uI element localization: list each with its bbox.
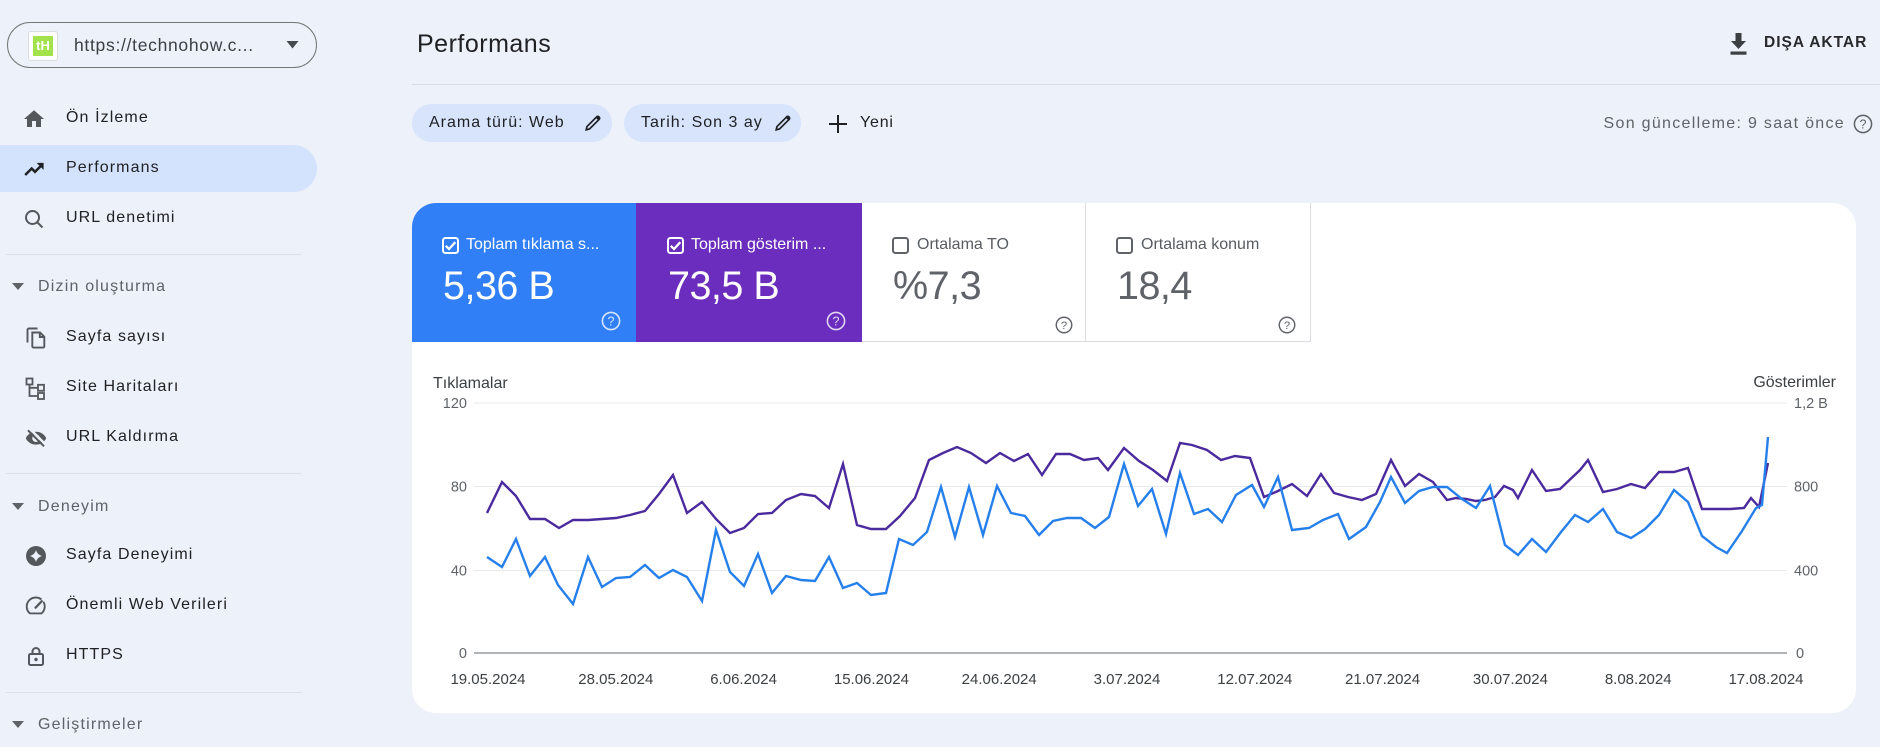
svg-text:24.06.2024: 24.06.2024 [962, 671, 1037, 688]
svg-text:3.07.2024: 3.07.2024 [1094, 671, 1161, 688]
svg-text:0: 0 [459, 646, 467, 662]
svg-text:40: 40 [451, 564, 467, 580]
svg-text:12.07.2024: 12.07.2024 [1217, 671, 1292, 688]
svg-text:8.08.2024: 8.08.2024 [1605, 671, 1672, 688]
svg-text:6.06.2024: 6.06.2024 [710, 671, 777, 688]
svg-text:Tıklamalar: Tıklamalar [433, 375, 508, 392]
svg-text:17.08.2024: 17.08.2024 [1728, 671, 1803, 688]
svg-text:?: ? [833, 314, 840, 328]
svg-text:28.05.2024: 28.05.2024 [578, 671, 653, 688]
svg-text:80: 80 [451, 480, 467, 496]
svg-text:?: ? [1284, 320, 1290, 332]
svg-text:15.06.2024: 15.06.2024 [834, 671, 909, 688]
svg-text:120: 120 [443, 396, 467, 412]
svg-text:30.07.2024: 30.07.2024 [1473, 671, 1548, 688]
svg-text:Gösterimler: Gösterimler [1753, 374, 1836, 391]
svg-text:800: 800 [1794, 480, 1818, 496]
svg-text:400: 400 [1794, 564, 1818, 580]
svg-text:?: ? [608, 314, 615, 328]
svg-text:1,2 B: 1,2 B [1794, 396, 1828, 412]
svg-text:?: ? [1061, 320, 1067, 332]
svg-text:?: ? [1860, 117, 1867, 131]
svg-text:0: 0 [1796, 646, 1804, 662]
svg-text:21.07.2024: 21.07.2024 [1345, 671, 1420, 688]
svg-text:19.05.2024: 19.05.2024 [450, 671, 525, 688]
